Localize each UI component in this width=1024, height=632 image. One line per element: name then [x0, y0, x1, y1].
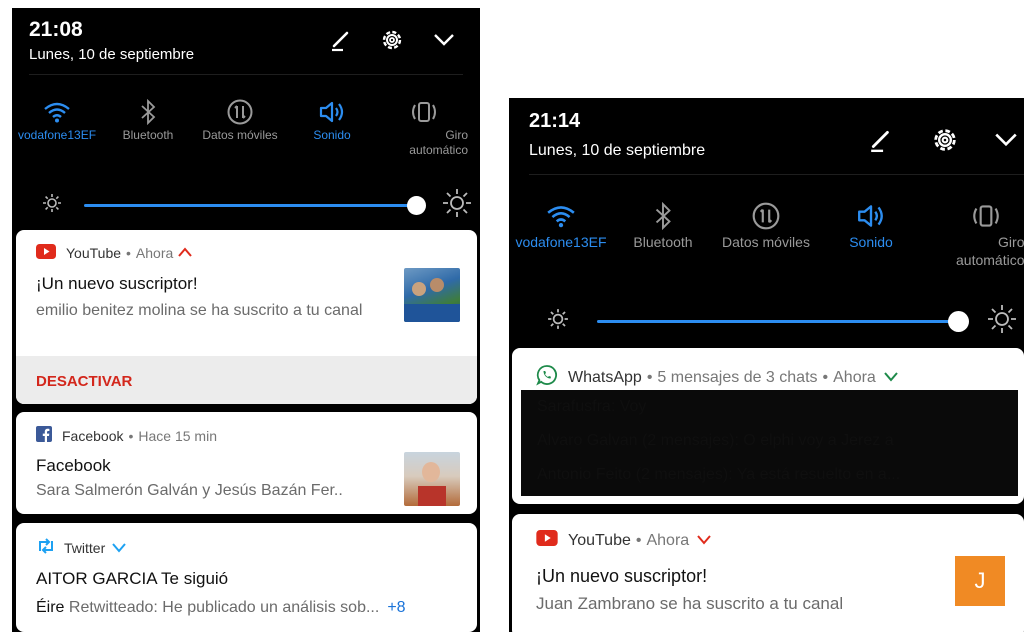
brightness-track[interactable]: [84, 196, 426, 215]
subscriber-avatar: J: [955, 556, 1005, 606]
edit-icon[interactable]: [330, 28, 354, 52]
clock: 21:14: [529, 110, 581, 132]
quick-settings: vodafone13EF Bluetooth Datos móviles Son…: [12, 96, 480, 158]
header-divider: [29, 74, 463, 75]
qs-mobile-data[interactable]: Datos móviles: [713, 198, 819, 269]
chevron-down-icon[interactable]: [695, 532, 713, 550]
qs-bluetooth[interactable]: Bluetooth: [102, 96, 194, 158]
youtube-icon: [536, 530, 558, 551]
notification-body: emilio benitez molina se ha suscrito a t…: [36, 302, 363, 319]
whatsapp-notification[interactable]: WhatsApp • 5 mensajes de 3 chats • Ahora…: [512, 348, 1024, 504]
wifi-icon: [43, 96, 71, 128]
qs-bluetooth[interactable]: Bluetooth: [613, 198, 713, 269]
subscriber-thumbnail: [404, 268, 460, 322]
message-line: Alvaro Galvan (2 mensajes): O elphi voy …: [537, 432, 894, 449]
notification-body: Sara Salmerón Galván y Jesús Bazán Fer..: [36, 482, 343, 499]
settings-gear-icon[interactable]: [931, 126, 959, 154]
brightness-high-icon: [987, 304, 1017, 339]
settings-gear-icon[interactable]: [380, 28, 404, 52]
notification-time: Ahora: [135, 245, 174, 261]
chevron-down-icon[interactable]: [432, 28, 456, 52]
youtube-notification[interactable]: YouTube • Ahora ¡Un nuevo suscriptor! Ju…: [512, 514, 1024, 632]
chevron-up-icon[interactable]: [177, 245, 193, 261]
app-name: YouTube: [568, 531, 631, 549]
qs-wifi[interactable]: vodafone13EF: [509, 198, 613, 269]
notification-body: Éire Retwitteado: He publicado un anális…: [36, 599, 406, 616]
app-name: Twitter: [64, 539, 106, 556]
wifi-icon: [546, 198, 576, 234]
chevron-down-icon[interactable]: [111, 540, 127, 556]
bluetooth-icon: [653, 198, 673, 234]
notification-title: AITOR GARCIA Te siguió: [36, 569, 229, 588]
auto-rotate-icon: [409, 96, 439, 128]
right-notification-shade: 21:14 Lunes, 10 de septiembre vodafone13…: [509, 98, 1024, 632]
brightness-high-icon: [442, 188, 472, 223]
qs-wifi[interactable]: vodafone13EF: [12, 96, 102, 158]
quick-settings: vodafone13EF Bluetooth Datos móviles Son…: [509, 198, 1024, 269]
message-line: Antonio Feito (2 mensajes): Ya está resu…: [537, 466, 901, 483]
whatsapp-message-list: Sarafusfra: Voy Alvaro Galvan (2 mensaje…: [521, 390, 1018, 496]
brightness-slider[interactable]: [547, 304, 1017, 339]
chevron-down-icon[interactable]: [882, 369, 900, 387]
facebook-notification[interactable]: Facebook • Hace 15 min Facebook Sara Sal…: [16, 412, 477, 514]
auto-rotate-icon: [970, 198, 1002, 234]
whatsapp-icon: [536, 364, 558, 391]
brightness-knob[interactable]: [407, 196, 426, 215]
notification-title: Facebook: [36, 456, 111, 475]
facebook-icon: [36, 426, 52, 445]
date: Lunes, 10 de septiembre: [29, 46, 195, 63]
notification-title: ¡Un nuevo suscriptor!: [36, 274, 198, 293]
more-count-badge: +8: [387, 599, 406, 616]
qs-auto-rotate[interactable]: Giro automático: [378, 96, 470, 158]
deactivate-button[interactable]: DESACTIVAR: [16, 356, 477, 404]
message-line: Sarafusfra: Voy: [537, 398, 647, 415]
brightness-track[interactable]: [597, 311, 969, 332]
left-notification-shade: 21:08 Lunes, 10 de septiembre vodafone13…: [12, 8, 480, 632]
qs-sound[interactable]: Sonido: [286, 96, 378, 158]
app-name: Facebook: [62, 427, 124, 444]
retweet-icon: [36, 538, 56, 557]
notification-body: Juan Zambrano se ha suscrito a tu canal: [536, 594, 844, 613]
twitter-notification[interactable]: Twitter AITOR GARCIA Te siguió Éire Retw…: [16, 523, 477, 632]
mobile-data-icon: [226, 96, 254, 128]
youtube-icon: [36, 244, 56, 262]
friend-thumbnail: [404, 452, 460, 506]
notification-title: ¡Un nuevo suscriptor!: [536, 566, 708, 586]
app-name: WhatsApp: [568, 368, 642, 386]
brightness-low-icon: [547, 308, 569, 335]
sound-icon: [856, 198, 886, 234]
qs-sound[interactable]: Sonido: [819, 198, 923, 269]
notification-time: Hace 15 min: [138, 427, 217, 444]
brightness-low-icon: [42, 193, 62, 218]
brightness-slider[interactable]: [42, 188, 472, 223]
bluetooth-icon: [139, 96, 157, 128]
edit-icon[interactable]: [869, 127, 895, 153]
app-name: YouTube: [66, 245, 122, 261]
youtube-notification[interactable]: YouTube • Ahora ¡Un nuevo suscriptor! em…: [16, 230, 477, 404]
date: Lunes, 10 de septiembre: [529, 142, 706, 159]
clock: 21:08: [29, 18, 83, 41]
notification-time: Ahora: [646, 531, 690, 549]
qs-mobile-data[interactable]: Datos móviles: [194, 96, 286, 158]
header-divider: [529, 174, 1024, 175]
mobile-data-icon: [751, 198, 781, 234]
brightness-knob[interactable]: [948, 311, 969, 332]
notification-time: Ahora: [833, 368, 876, 386]
qs-auto-rotate[interactable]: Giro automático: [923, 198, 1024, 269]
notification-summary: 5 mensajes de 3 chats: [657, 368, 818, 386]
sound-icon: [318, 96, 346, 128]
chevron-down-icon[interactable]: [993, 127, 1019, 153]
